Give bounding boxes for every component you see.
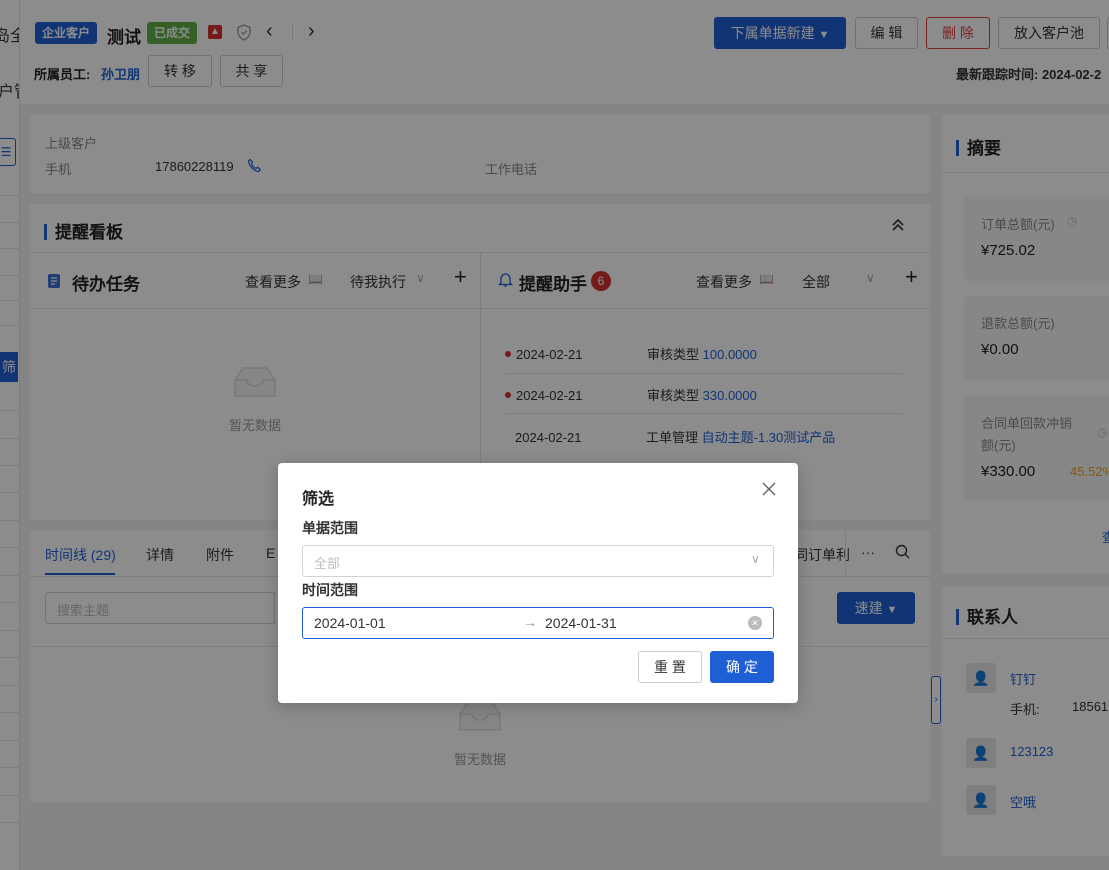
date-start-input[interactable]: 2024-01-01 [314, 615, 386, 631]
modal-overlay[interactable] [0, 0, 1109, 870]
scope-select[interactable]: 全部 ∨ [302, 545, 774, 577]
filter-modal: 筛选 单据范围 全部 ∨ 时间范围 2024-01-01 → 2024-01-3… [278, 463, 798, 703]
scope-label: 单据范围 [302, 520, 358, 536]
scope-placeholder: 全部 [314, 556, 341, 571]
date-end-input[interactable]: 2024-01-31 [545, 615, 617, 631]
modal-title: 筛选 [302, 491, 335, 508]
time-range-label: 时间范围 [302, 582, 358, 598]
date-range-picker[interactable]: 2024-01-01 → 2024-01-31 ✕ [302, 607, 774, 639]
clear-date-icon[interactable]: ✕ [748, 616, 762, 630]
chevron-down-icon: ∨ [751, 552, 760, 566]
close-icon[interactable] [762, 482, 776, 499]
date-range-arrow: → [523, 614, 537, 630]
confirm-button[interactable]: 确 定 [710, 651, 774, 683]
reset-button[interactable]: 重 置 [638, 651, 702, 683]
